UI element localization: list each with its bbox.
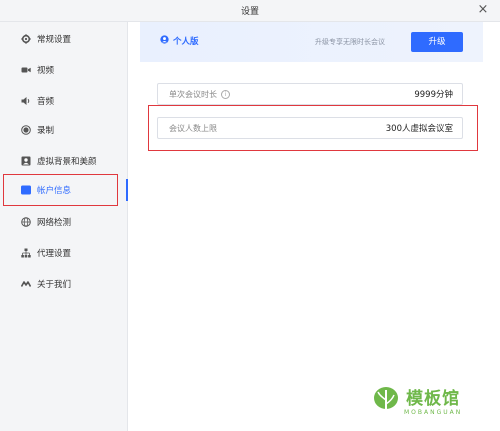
meeting-duration-row: 单次会议时长 i 9999分钟 <box>157 83 463 105</box>
portrait-icon <box>21 156 31 166</box>
sidebar-item-general[interactable]: 常规设置 <box>0 28 127 50</box>
watermark-text: 模板馆 <box>406 389 461 409</box>
sidebar-item-about[interactable]: 关于我们 <box>0 273 127 295</box>
sidebar-item-label: 常规设置 <box>37 35 72 45</box>
participant-limit-row: 会议人数上限 300人虚拟会议室 <box>157 117 463 139</box>
watermark-logo: 模板馆 MOBANGUAN <box>372 386 462 420</box>
sidebar-item-label: 视频 <box>37 66 55 76</box>
sidebar-item-label: 音频 <box>37 97 55 107</box>
sidebar-item-video[interactable]: 视频 <box>0 59 127 81</box>
plan-name: 个人版 <box>173 37 199 47</box>
logo-m-icon <box>21 279 31 289</box>
close-button[interactable]: × <box>476 3 490 17</box>
sidebar-item-label: 虚拟背景和美颜 <box>37 157 97 167</box>
plan-banner: 个人版 升级专享无限时长会议 升级 <box>140 22 483 62</box>
upgrade-hint: 升级专享无限时长会议 <box>315 38 385 46</box>
sidebar-item-network[interactable]: 网络检测 <box>0 211 127 233</box>
plan-label: 个人版 <box>160 35 199 47</box>
sidebar-item-label: 帐户信息 <box>37 186 72 196</box>
user-circle-icon <box>160 35 169 47</box>
upgrade-button[interactable]: 升级 <box>411 32 463 52</box>
network-tree-icon <box>21 248 31 258</box>
account-panel: 个人版 升级专享无限时长会议 升级 单次会议时长 i 9999分钟 会议人数上限… <box>128 22 500 431</box>
watermark-subtext: MOBANGUAN <box>404 409 463 416</box>
info-icon[interactable]: i <box>221 89 230 99</box>
sidebar-item-proxy[interactable]: 代理设置 <box>0 242 127 264</box>
meeting-duration-label: 单次会议时长 i <box>169 89 230 100</box>
window-title: 设置 <box>240 7 259 17</box>
globe-icon <box>21 217 31 227</box>
sidebar: 常规设置 视频 音频 录制 虚拟背景和美颜 帐户信息 网络检测 代理设置 关于我… <box>0 22 128 431</box>
sidebar-item-record[interactable]: 录制 <box>0 119 127 141</box>
video-camera-icon <box>21 65 31 75</box>
sidebar-item-label: 录制 <box>37 126 55 136</box>
sidebar-item-label: 网络检测 <box>37 218 72 228</box>
speaker-icon <box>21 96 31 106</box>
sidebar-item-audio[interactable]: 音频 <box>0 90 127 112</box>
id-card-icon <box>21 185 31 195</box>
sidebar-item-label: 关于我们 <box>37 280 72 290</box>
participant-limit-label: 会议人数上限 <box>169 123 217 133</box>
leaf-logo-icon <box>372 386 400 420</box>
title-bar: 设置 × <box>0 0 500 22</box>
sidebar-item-label: 代理设置 <box>37 249 72 259</box>
gear-icon <box>21 34 31 44</box>
record-icon <box>21 125 31 135</box>
meeting-duration-value: 9999分钟 <box>414 90 453 100</box>
sidebar-item-virtual-background[interactable]: 虚拟背景和美颜 <box>0 150 127 172</box>
participant-limit-value: 300人虚拟会议室 <box>385 124 453 134</box>
sidebar-item-account[interactable]: 帐户信息 <box>0 179 128 201</box>
